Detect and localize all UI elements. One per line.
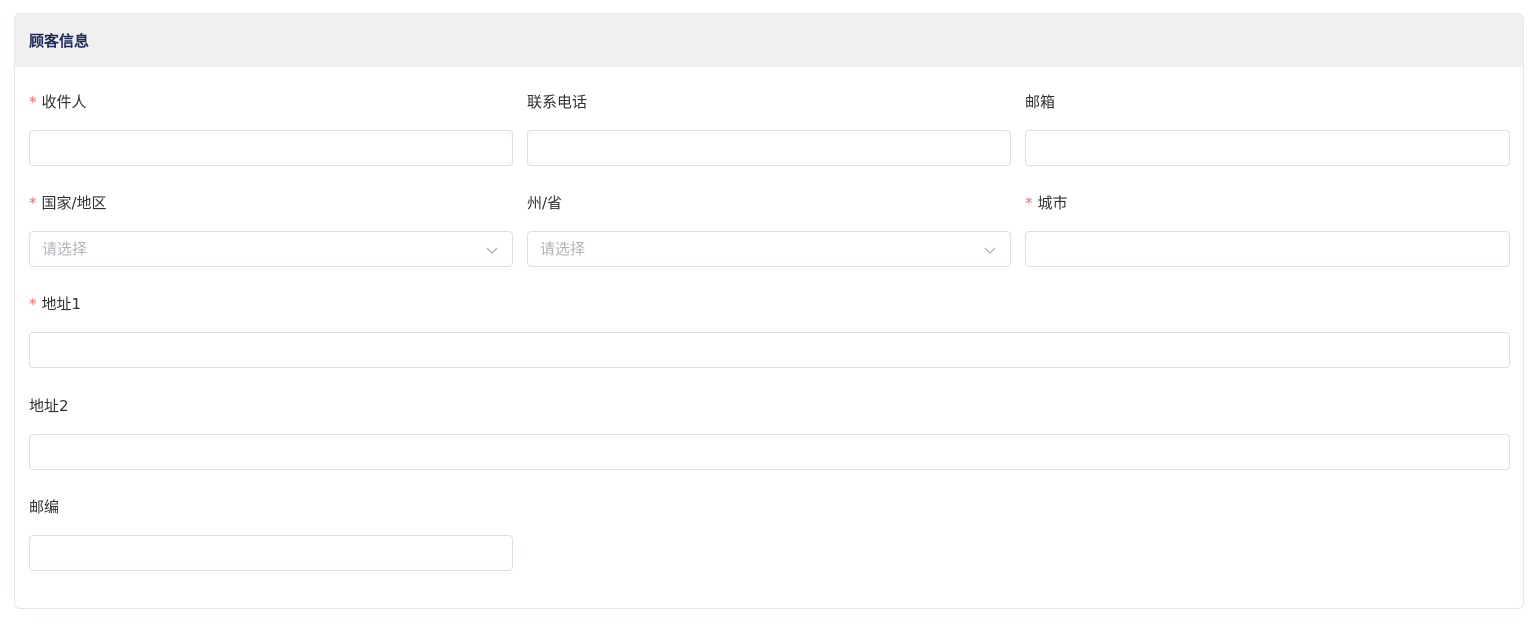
recipient-input[interactable] — [29, 130, 513, 166]
country-label-text: 国家/地区 — [41, 194, 107, 212]
city-label: * 城市 — [1025, 193, 1068, 213]
required-mark: * — [29, 295, 37, 313]
state-select[interactable]: 请选择 — [527, 231, 1011, 267]
address1-label: * 地址1 — [29, 294, 81, 314]
recipient-field: * 收件人 — [29, 92, 513, 166]
country-select[interactable]: 请选择 — [29, 231, 513, 267]
email-input[interactable] — [1025, 130, 1510, 166]
card-header: 顾客信息 — [15, 14, 1523, 67]
country-placeholder: 请选择 — [42, 240, 88, 258]
recipient-label-text: 收件人 — [41, 93, 87, 111]
required-mark: * — [1025, 194, 1033, 212]
email-label: 邮箱 — [1025, 93, 1056, 111]
state-field: 州/省 请选择 — [527, 193, 1011, 267]
address1-label-text: 地址1 — [41, 295, 82, 313]
city-label-text: 城市 — [1037, 194, 1068, 212]
state-placeholder: 请选择 — [540, 240, 586, 258]
country-field: * 国家/地区 请选择 — [29, 193, 513, 267]
address2-input[interactable] — [29, 434, 1510, 470]
required-mark: * — [29, 93, 37, 111]
phone-field: 联系电话 — [527, 92, 1011, 166]
chevron-down-icon — [486, 247, 498, 254]
phone-input[interactable] — [527, 130, 1011, 166]
email-field: 邮箱 — [1025, 92, 1510, 166]
phone-label: 联系电话 — [527, 93, 588, 111]
zip-field: 邮编 — [29, 497, 513, 571]
section-title: 顾客信息 — [29, 32, 90, 50]
zip-label: 邮编 — [29, 498, 60, 516]
address2-label: 地址2 — [29, 397, 69, 415]
recipient-label: * 收件人 — [29, 92, 87, 112]
state-label: 州/省 — [527, 194, 563, 212]
customer-info-card: 顾客信息 * 收件人 联系电话 邮箱 * 国家/地区 请选择 州/省 请选择 * 城市… — [14, 13, 1524, 609]
city-input[interactable] — [1025, 231, 1510, 267]
required-mark: * — [29, 194, 37, 212]
country-label: * 国家/地区 — [29, 193, 107, 213]
chevron-down-icon — [984, 247, 996, 254]
city-field: * 城市 — [1025, 193, 1510, 267]
address2-field: 地址2 — [29, 396, 1510, 470]
zip-input[interactable] — [29, 535, 513, 571]
address1-input[interactable] — [29, 332, 1510, 368]
address1-field: * 地址1 — [29, 294, 1510, 368]
